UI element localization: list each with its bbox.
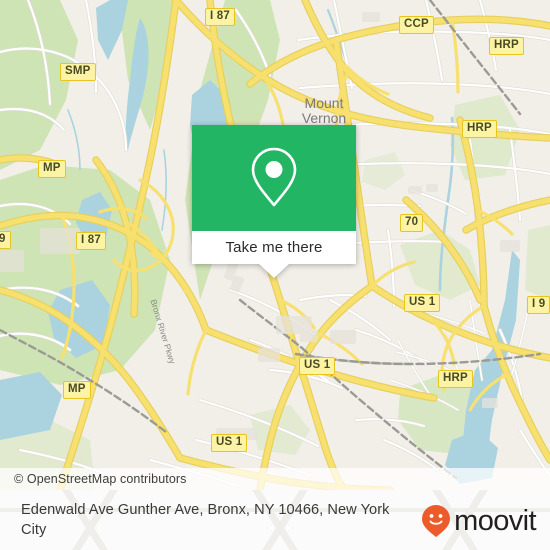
road-shield: US 1 xyxy=(299,357,336,375)
moovit-smiley-pin-icon xyxy=(422,505,451,537)
moovit-wordmark: moovit xyxy=(454,504,536,537)
callout-header xyxy=(192,125,356,231)
place-label-mount-vernon: Mount Vernon xyxy=(301,95,347,126)
road-shield: US 1 xyxy=(211,434,248,452)
address-label: Edenwald Ave Gunther Ave, Bronx, NY 1046… xyxy=(21,502,390,538)
osm-attribution-text: © OpenStreetMap contributors xyxy=(14,472,187,486)
take-me-there-label: Take me there xyxy=(225,239,323,256)
road-shield: 9 xyxy=(0,231,11,249)
callout-pointer xyxy=(259,264,289,278)
osm-attribution: © OpenStreetMap contributors xyxy=(0,468,550,490)
road-shield: MP xyxy=(63,381,91,399)
moovit-map-screenshot: .mj { stroke:#f7e06e; stroke-linecap:rou… xyxy=(0,0,550,550)
road-shield: HRP xyxy=(462,120,497,138)
moovit-logo[interactable]: moovit xyxy=(421,504,537,538)
take-me-there-button[interactable]: Take me there xyxy=(192,231,356,264)
road-shield: I 87 xyxy=(205,8,235,26)
location-callout-card[interactable]: Take me there xyxy=(192,125,356,278)
map-pin-icon xyxy=(251,147,297,207)
road-shield: MP xyxy=(38,160,66,178)
road-shield: I 9 xyxy=(527,296,550,314)
road-shield: HRP xyxy=(438,370,473,388)
road-shield: CCP xyxy=(399,16,434,34)
road-shield: HRP xyxy=(489,37,524,55)
road-shield: US 1 xyxy=(404,294,441,312)
road-shield: 70 xyxy=(400,214,424,232)
road-shield: SMP xyxy=(60,63,96,81)
road-shield: I 87 xyxy=(76,232,106,250)
footer-bar: Edenwald Ave Gunther Ave, Bronx, NY 1046… xyxy=(0,490,550,550)
